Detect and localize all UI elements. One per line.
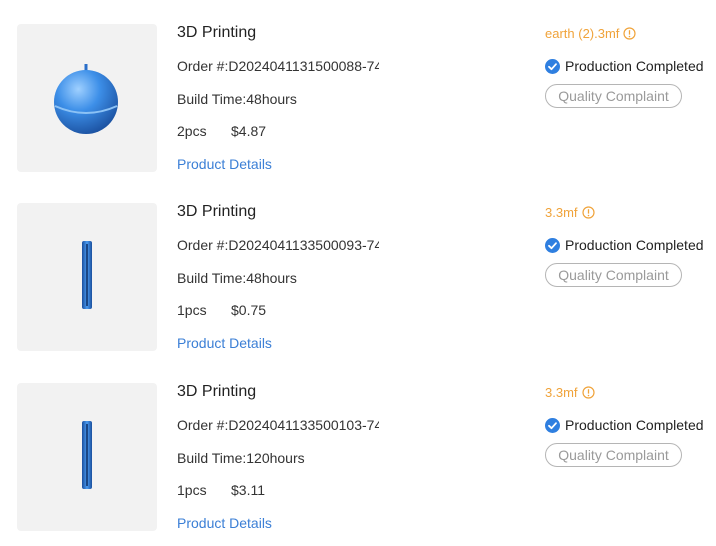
status-label: Production Completed — [565, 58, 704, 74]
order-number: Order #:D2024041133500093-74 — [177, 237, 379, 253]
model-thumbnail[interactable] — [17, 383, 157, 531]
status-label: Production Completed — [565, 237, 704, 253]
file-name-label: 3.3mf — [545, 385, 578, 400]
product-title: 3D Printing — [177, 203, 257, 220]
bar-model-icon — [82, 421, 92, 489]
price: $0.75 — [231, 302, 267, 318]
check-circle-icon — [545, 58, 560, 74]
order-row: 3D Printing Order #:D2024041133500093-74… — [0, 203, 716, 353]
price: $4.87 — [231, 123, 267, 139]
file-name-link[interactable]: earth (2).3mf — [545, 26, 637, 41]
quality-complaint-button[interactable]: Quality Complaint — [545, 84, 682, 108]
price: $3.11 — [231, 482, 265, 498]
order-number: Order #:D2024041133500103-74 — [177, 417, 379, 433]
quantity: 1pcs — [177, 482, 207, 498]
model-thumbnail[interactable] — [17, 24, 157, 172]
build-time: Build Time:120hours — [177, 450, 305, 466]
check-circle-icon — [545, 417, 560, 433]
product-title: 3D Printing — [177, 383, 257, 400]
info-icon[interactable] — [581, 386, 595, 399]
info-icon[interactable] — [623, 27, 637, 40]
quantity: 2pcs — [177, 123, 207, 139]
info-icon[interactable] — [581, 206, 595, 219]
build-time: Build Time:48hours — [177, 91, 297, 107]
check-circle-icon — [545, 237, 560, 253]
product-details-link[interactable]: Product Details — [177, 515, 272, 531]
file-name-link[interactable]: 3.3mf — [545, 205, 595, 220]
status-badge: Production Completed — [545, 58, 704, 74]
order-number: Order #:D2024041131500088-74 — [177, 58, 379, 74]
file-name-label: earth (2).3mf — [545, 26, 620, 41]
order-list: 3D Printing Order #:D2024041131500088-74… — [0, 0, 716, 546]
model-thumbnail[interactable] — [17, 203, 157, 351]
quantity: 1pcs — [177, 302, 207, 318]
quality-complaint-button[interactable]: Quality Complaint — [545, 443, 682, 467]
bar-model-icon — [82, 241, 92, 309]
status-badge: Production Completed — [545, 237, 704, 253]
order-row: 3D Printing Order #:D2024041131500088-74… — [0, 24, 716, 174]
product-details-link[interactable]: Product Details — [177, 335, 272, 351]
product-details-link[interactable]: Product Details — [177, 156, 272, 172]
status-badge: Production Completed — [545, 417, 704, 433]
file-name-label: 3.3mf — [545, 205, 578, 220]
file-name-link[interactable]: 3.3mf — [545, 385, 595, 400]
sphere-model-icon — [54, 64, 118, 134]
quality-complaint-button[interactable]: Quality Complaint — [545, 263, 682, 287]
order-row: 3D Printing Order #:D2024041133500103-74… — [0, 383, 716, 533]
build-time: Build Time:48hours — [177, 270, 297, 286]
product-title: 3D Printing — [177, 24, 257, 41]
status-label: Production Completed — [565, 417, 704, 433]
